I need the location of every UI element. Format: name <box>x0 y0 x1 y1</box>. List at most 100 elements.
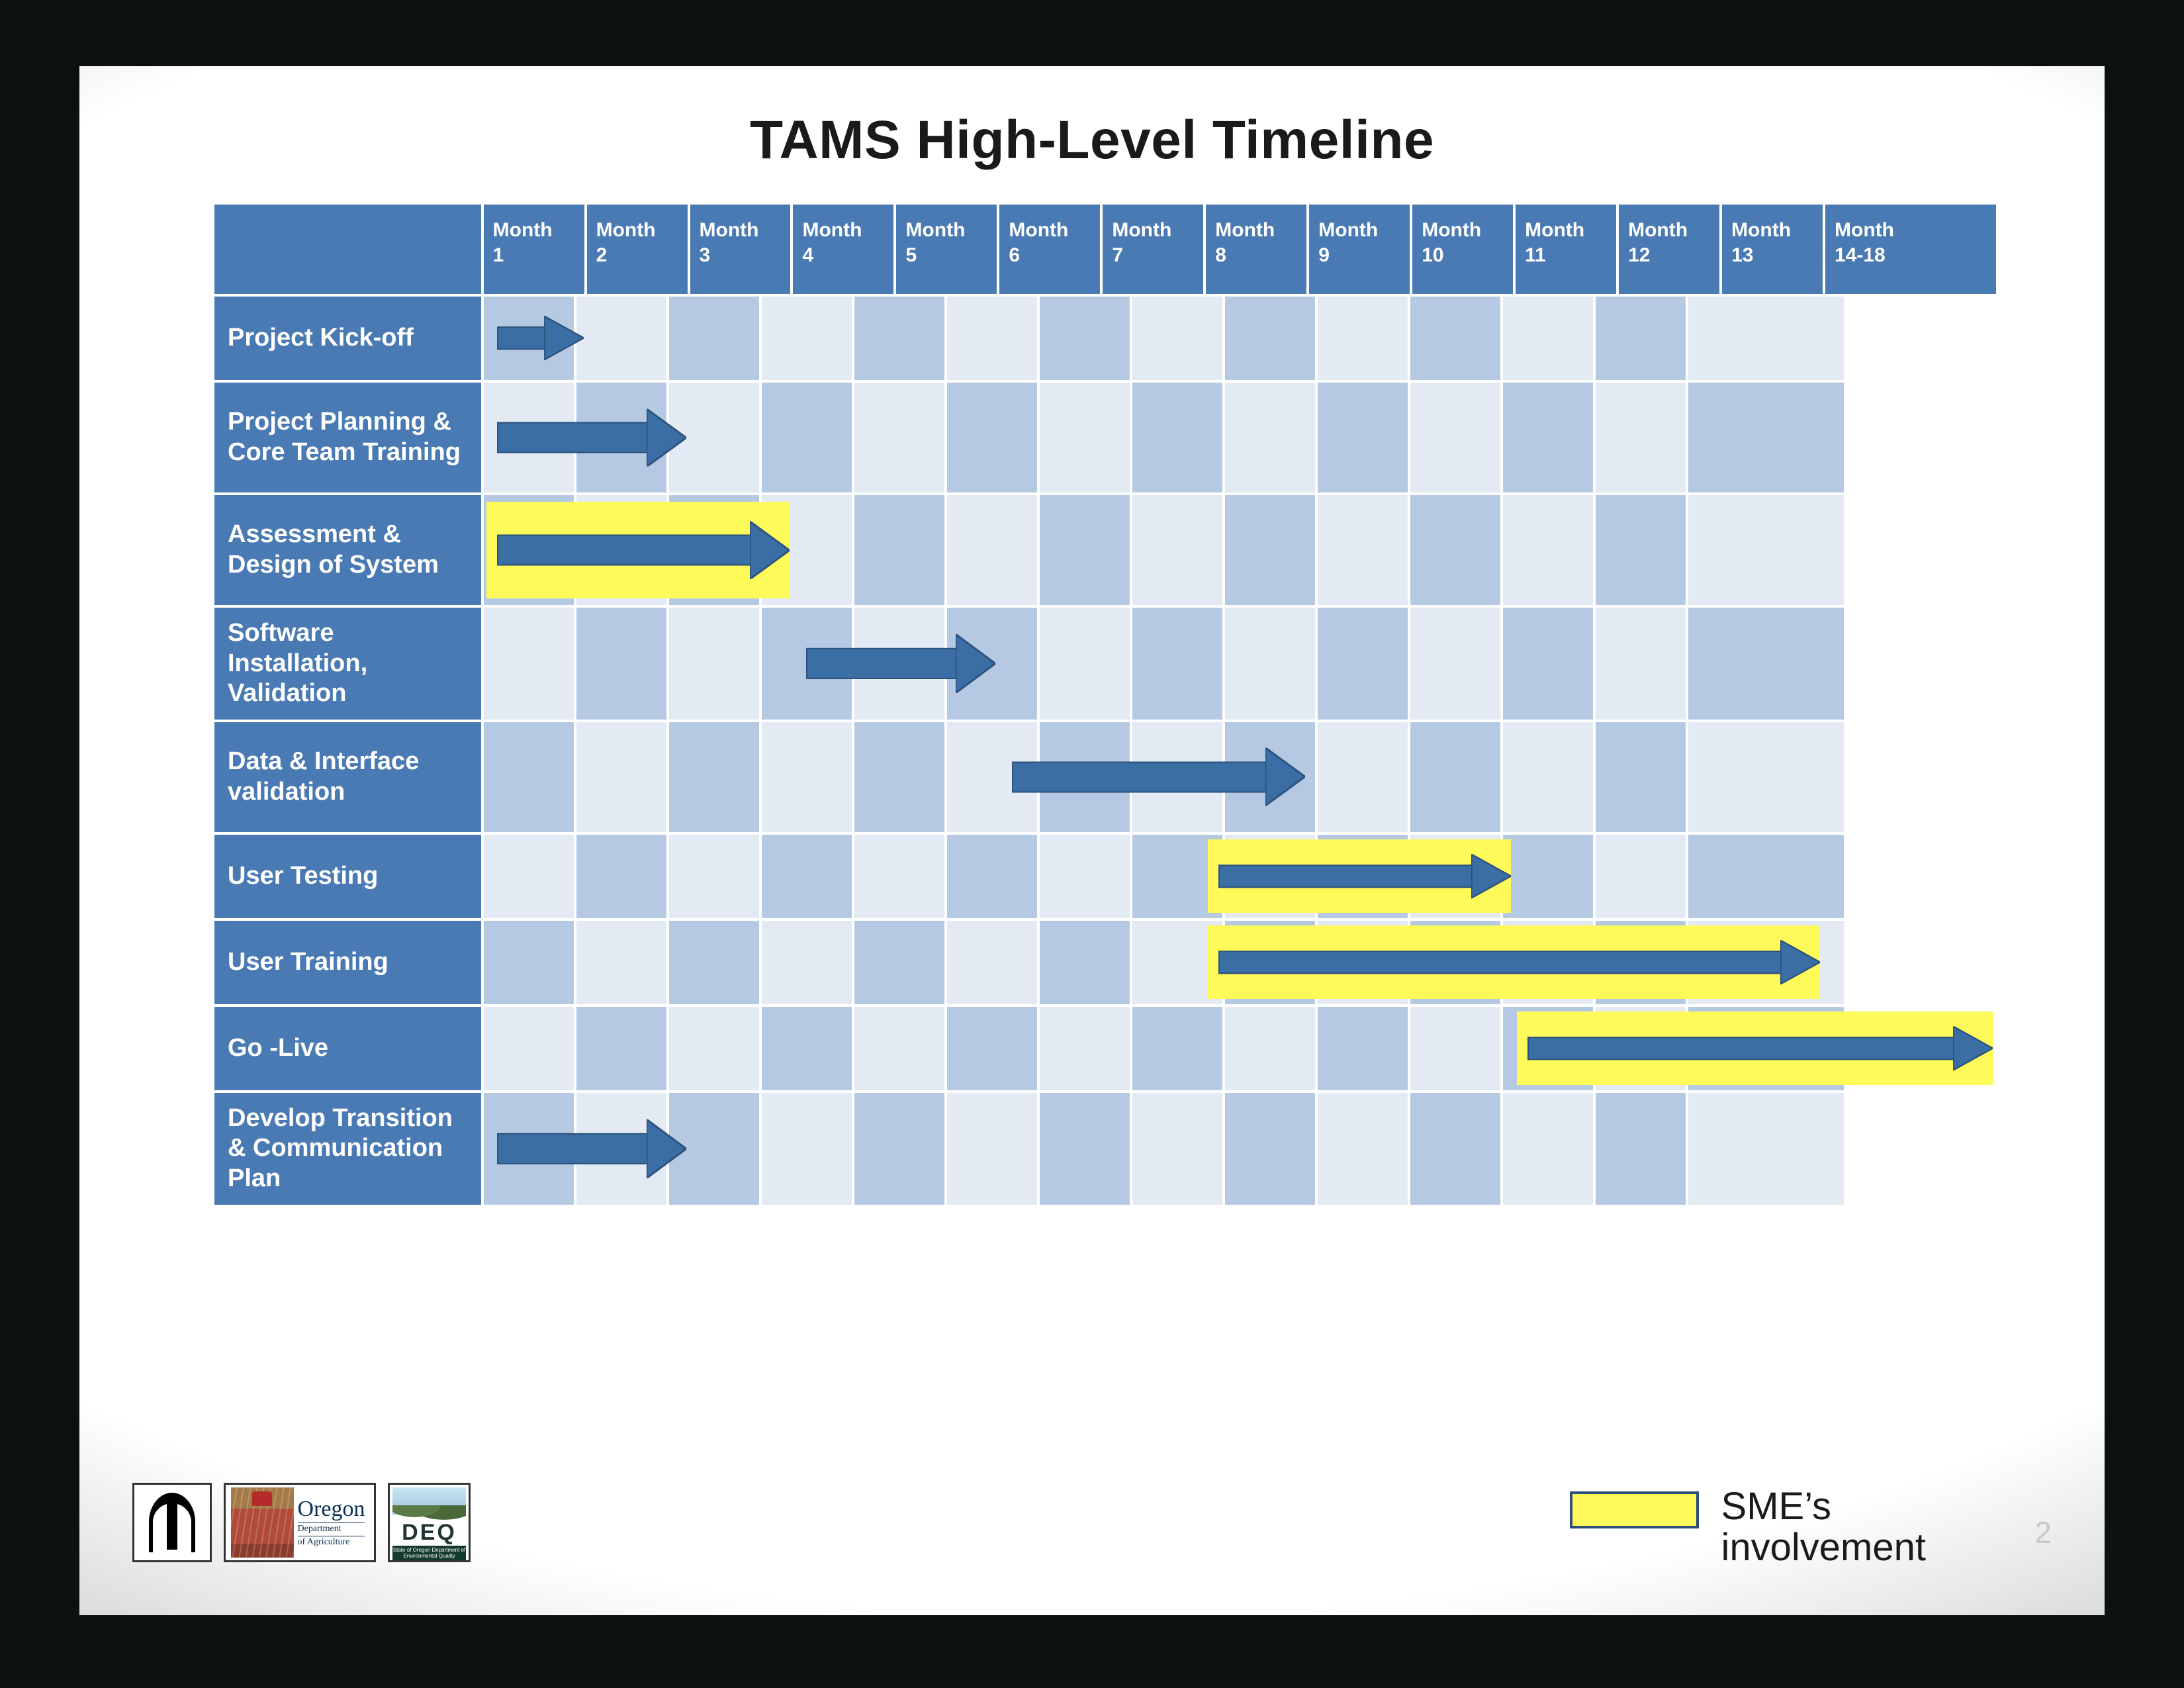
cell <box>1503 722 1596 832</box>
cell <box>854 383 947 492</box>
cell <box>854 608 947 720</box>
cell <box>1132 495 1225 605</box>
cell <box>1225 835 1318 918</box>
row-cells-inner <box>484 1093 1996 1205</box>
cell <box>1410 297 1503 380</box>
month-header: Month13 <box>1721 203 1824 295</box>
cell <box>1410 1007 1503 1090</box>
table-row: User Training <box>213 919 1997 1006</box>
cell <box>947 1093 1040 1205</box>
row-label: Develop Transition & Communication Plan <box>213 1092 482 1206</box>
cell <box>1040 383 1132 492</box>
month-header: Month7 <box>1101 203 1205 295</box>
cell <box>484 383 576 492</box>
cell <box>576 1007 669 1090</box>
row-label: Software Installation, Validation <box>213 606 482 721</box>
month-header: Month4 <box>792 203 895 295</box>
row-cells <box>482 606 1997 721</box>
cell <box>669 495 762 605</box>
table-body: Project Kick-offProject Planning & Core … <box>213 295 1997 1206</box>
cell <box>947 383 1040 492</box>
cell <box>1225 297 1318 380</box>
cell <box>484 835 576 918</box>
table-row: Go -Live <box>213 1006 1997 1092</box>
cell <box>1040 835 1132 918</box>
legend-line2: involvement <box>1721 1526 1926 1569</box>
cell <box>1225 608 1318 720</box>
cell <box>1688 835 1844 918</box>
month-header: Month12 <box>1617 203 1721 295</box>
row-label: User Testing <box>213 833 482 919</box>
cell <box>1410 383 1503 492</box>
cell <box>1596 835 1688 918</box>
cell <box>947 1007 1040 1090</box>
row-cells <box>482 1006 1997 1092</box>
cell <box>762 608 854 720</box>
deq-subtitle: State of Oregon Department of Environmen… <box>392 1546 466 1560</box>
cell <box>576 835 669 918</box>
cell <box>669 297 762 380</box>
cell <box>1040 722 1132 832</box>
cell <box>1410 722 1503 832</box>
cell <box>669 608 762 720</box>
farm-field-icon <box>231 1487 294 1558</box>
row-cells-inner <box>484 495 1996 605</box>
cell <box>576 921 669 1004</box>
month-header: Month6 <box>998 203 1101 295</box>
table-head: Month1Month2Month3Month4Month5Month6Mont… <box>213 203 1997 295</box>
cell <box>1688 608 1844 720</box>
cell <box>854 297 947 380</box>
cell <box>1503 608 1596 720</box>
cell <box>1225 1093 1318 1205</box>
month-header: Month2 <box>586 203 689 295</box>
cell <box>484 921 576 1004</box>
header-row: Month1Month2Month3Month4Month5Month6Mont… <box>213 203 1997 295</box>
cell <box>1040 297 1132 380</box>
row-cells <box>482 721 1997 833</box>
cell <box>854 1007 947 1090</box>
cell <box>1132 835 1225 918</box>
cell <box>669 921 762 1004</box>
deq-landscape-icon <box>392 1487 466 1515</box>
row-cells-inner <box>484 297 1996 380</box>
row-cells-inner <box>484 383 1996 492</box>
cell <box>1318 297 1410 380</box>
cell <box>762 722 854 832</box>
table-row: Software Installation, Validation <box>213 606 1997 721</box>
cell <box>1596 383 1688 492</box>
cell <box>484 1093 576 1205</box>
cell <box>1318 1007 1410 1090</box>
cell <box>576 495 669 605</box>
legend-line1: SME’s <box>1721 1485 1832 1528</box>
cell <box>1410 1093 1503 1205</box>
cell <box>1040 608 1132 720</box>
deq-logo: DEQ State of Oregon Department of Enviro… <box>388 1483 471 1562</box>
cell <box>1596 722 1688 832</box>
oregon-agriculture-logo: Oregon Department of Agriculture <box>224 1483 376 1562</box>
row-cells-inner <box>484 608 1996 720</box>
oregon-ag-text: Oregon Department of Agriculture <box>294 1492 369 1552</box>
cell <box>1503 383 1596 492</box>
month-header: Month8 <box>1205 203 1308 295</box>
cell <box>1225 722 1318 832</box>
cell <box>1318 495 1410 605</box>
cell <box>947 722 1040 832</box>
cell <box>762 1093 854 1205</box>
cell <box>669 835 762 918</box>
cell <box>576 1093 669 1205</box>
cell <box>1688 297 1844 380</box>
month-header: Month3 <box>689 203 792 295</box>
timeline-table: Month1Month2Month3Month4Month5Month6Mont… <box>212 202 1999 1207</box>
cell <box>669 722 762 832</box>
row-cells-inner <box>484 1007 1996 1090</box>
cell <box>1132 1093 1225 1205</box>
cell <box>1596 495 1688 605</box>
table-row: Develop Transition & Communication Plan <box>213 1092 1997 1206</box>
row-cells <box>482 833 1997 919</box>
table-row: Project Planning & Core Team Training <box>213 381 1997 494</box>
cell <box>1132 921 1225 1004</box>
cell <box>854 495 947 605</box>
cell <box>762 297 854 380</box>
cell <box>1596 1007 1688 1090</box>
cell <box>1503 1093 1596 1205</box>
